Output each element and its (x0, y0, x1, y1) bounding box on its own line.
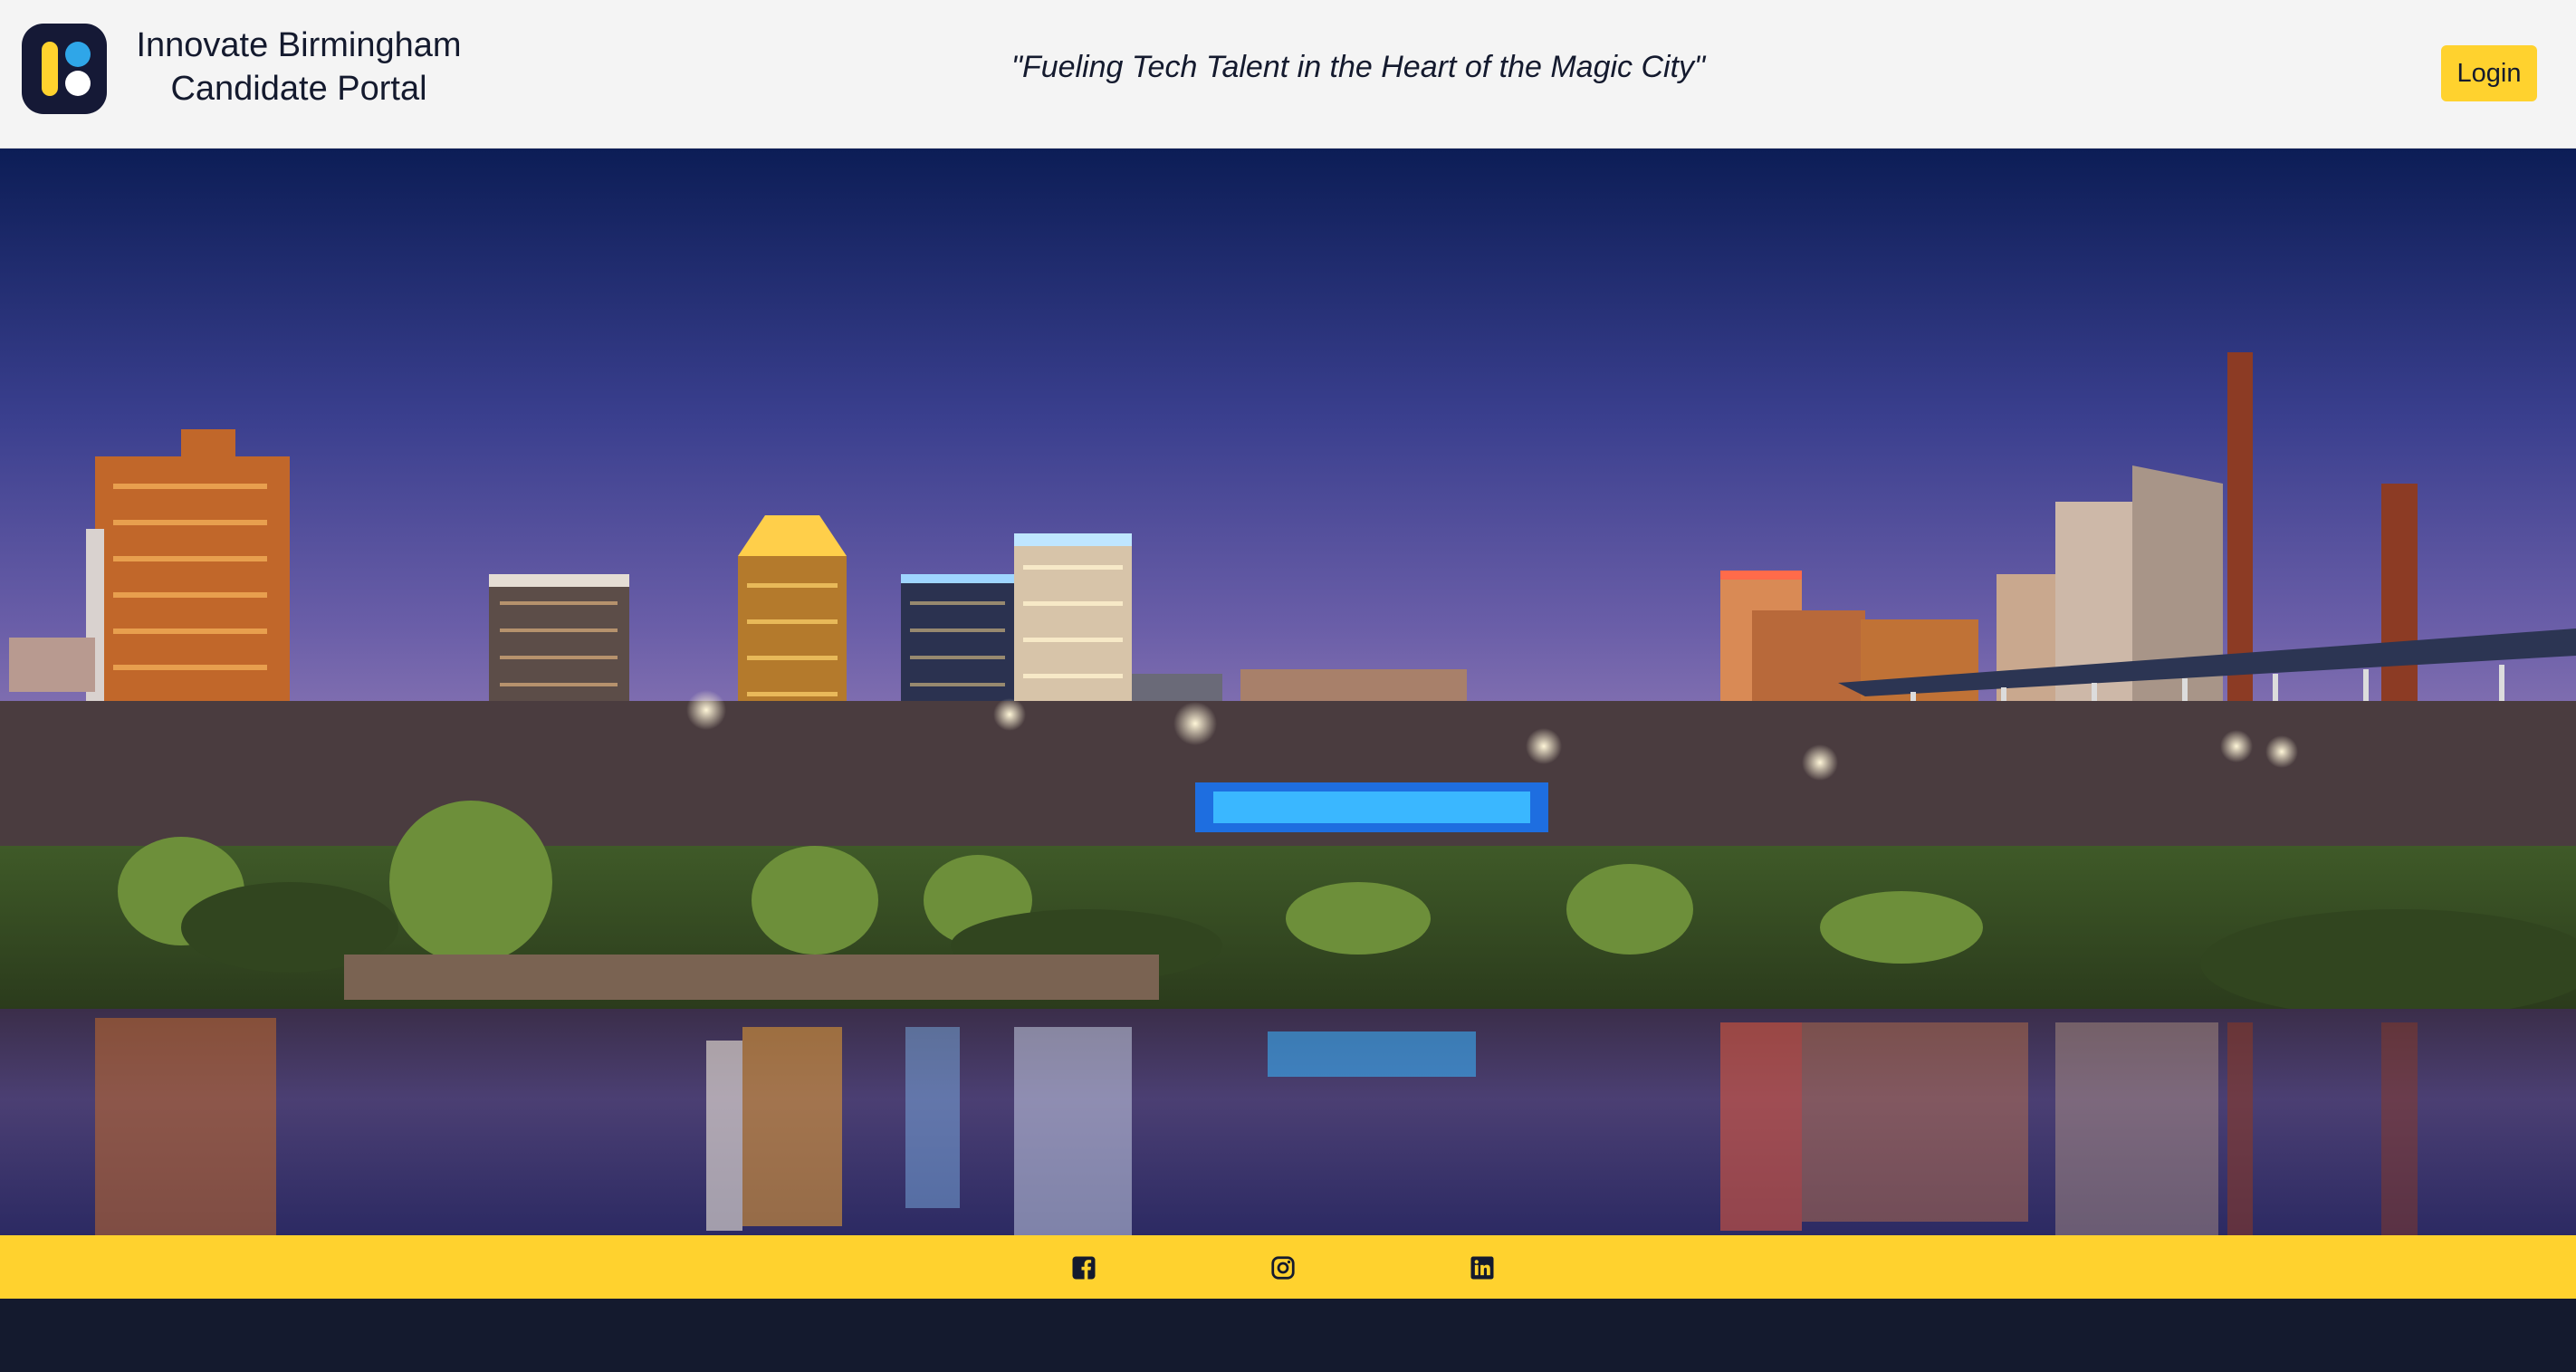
social-links-bar (0, 1235, 2576, 1299)
innovate-birmingham-logo-icon[interactable] (22, 24, 107, 114)
brand-line-2: Candidate Portal (170, 70, 427, 108)
site-header: Innovate Birmingham Candidate Portal "Fu… (0, 0, 2576, 149)
logo-dot-white (65, 71, 91, 96)
linkedin-icon (1470, 1256, 1494, 1280)
instagram-link[interactable] (1269, 1254, 1297, 1281)
instagram-icon (1271, 1256, 1295, 1280)
brand-line-1: Innovate Birmingham (136, 26, 462, 64)
brand-title: Innovate Birmingham Candidate Portal (118, 24, 480, 110)
logo-bar (42, 42, 58, 96)
facebook-link[interactable] (1070, 1254, 1097, 1281)
tagline: "Fueling Tech Talent in the Heart of the… (1010, 50, 1706, 84)
hero-skyline-image (0, 149, 2576, 1235)
logo-dot-blue (65, 42, 91, 67)
site-footer (0, 1299, 2576, 1372)
linkedin-link[interactable] (1469, 1254, 1496, 1281)
facebook-icon (1072, 1256, 1096, 1280)
login-button[interactable]: Login (2441, 45, 2537, 101)
